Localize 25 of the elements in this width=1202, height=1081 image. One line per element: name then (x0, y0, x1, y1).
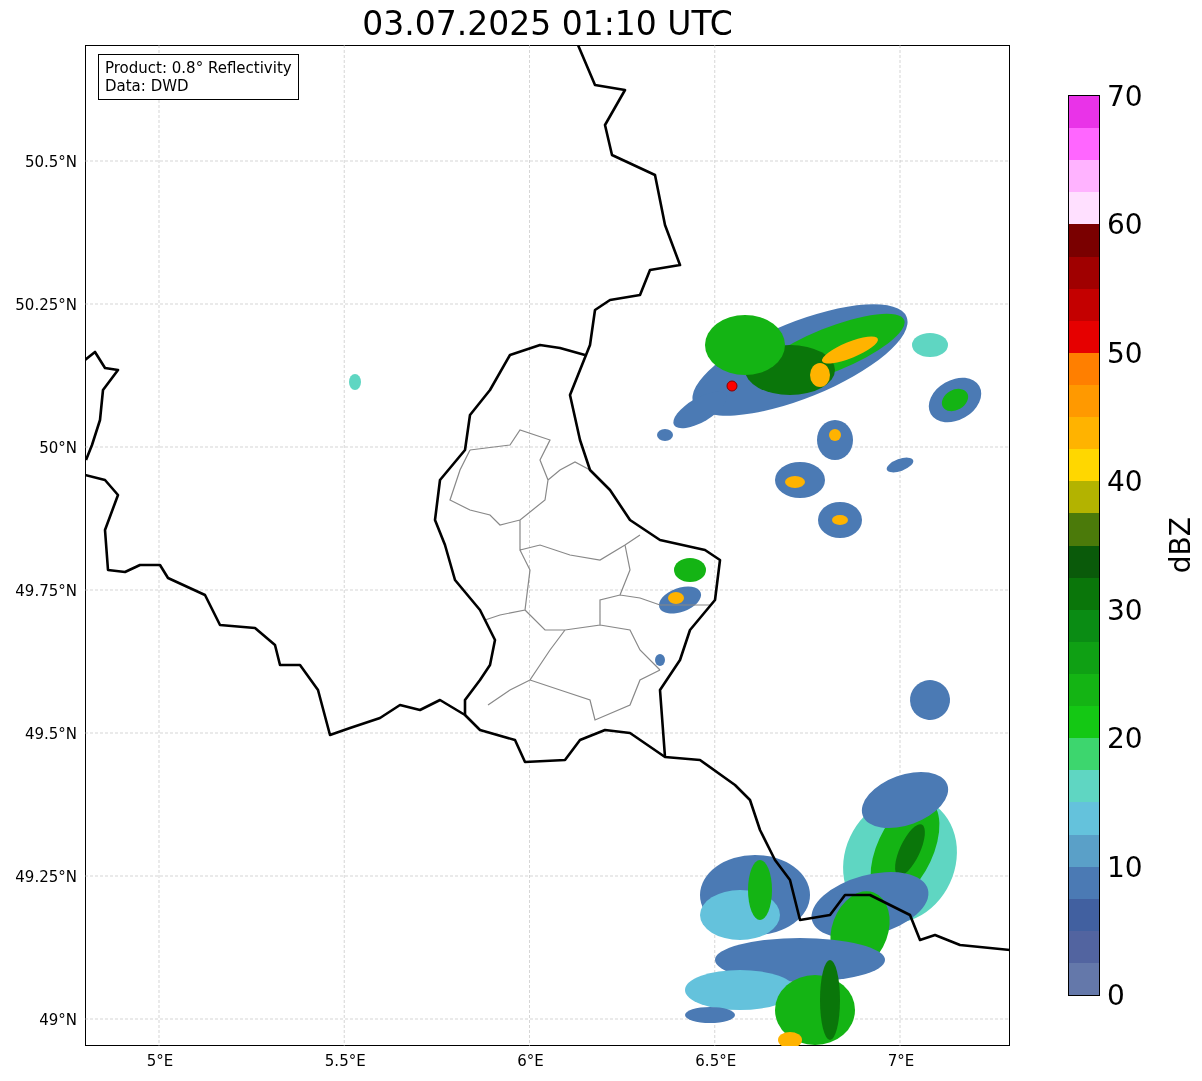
colorbar-tick-label: 30 (1107, 593, 1143, 627)
longitude-label: 6°E (517, 1052, 544, 1070)
latitude-label: 49.25°N (15, 868, 77, 886)
info-text: Data: DWD (105, 77, 190, 95)
latitude-label: 49.75°N (15, 582, 77, 600)
longitude-label: 6.5°E (695, 1052, 737, 1070)
colorbar-tick-label: 70 (1107, 79, 1143, 113)
latitude-label: 49°N (39, 1011, 77, 1029)
latitude-label: 50.5°N (24, 153, 77, 171)
colorbar-tick-label: 10 (1107, 850, 1143, 884)
colorbar-label: dBZ (1164, 517, 1197, 574)
colorbar-tick-label: 40 (1107, 464, 1143, 498)
longitude-label: 5°E (146, 1052, 174, 1070)
latitude-label: 49.5°N (24, 725, 77, 743)
colorbar-tick-label: 20 (1107, 721, 1143, 755)
latitude-label: 50°N (39, 439, 77, 457)
chart-title: 03.07.2025 01:10 UTC (361, 3, 734, 45)
colorbar-tick-label: 0 (1107, 978, 1125, 1012)
colorbar-tick-label: 60 (1107, 207, 1143, 241)
longitude-label: 7°E (887, 1052, 915, 1070)
colorbar-tick-label: 50 (1107, 336, 1143, 370)
latitude-label: 50.25°N (15, 296, 77, 314)
info-text: Product: 0.8° Reflectivity (105, 59, 292, 77)
station-marker (726, 380, 738, 392)
longitude-label: 5.5°E (324, 1052, 366, 1070)
